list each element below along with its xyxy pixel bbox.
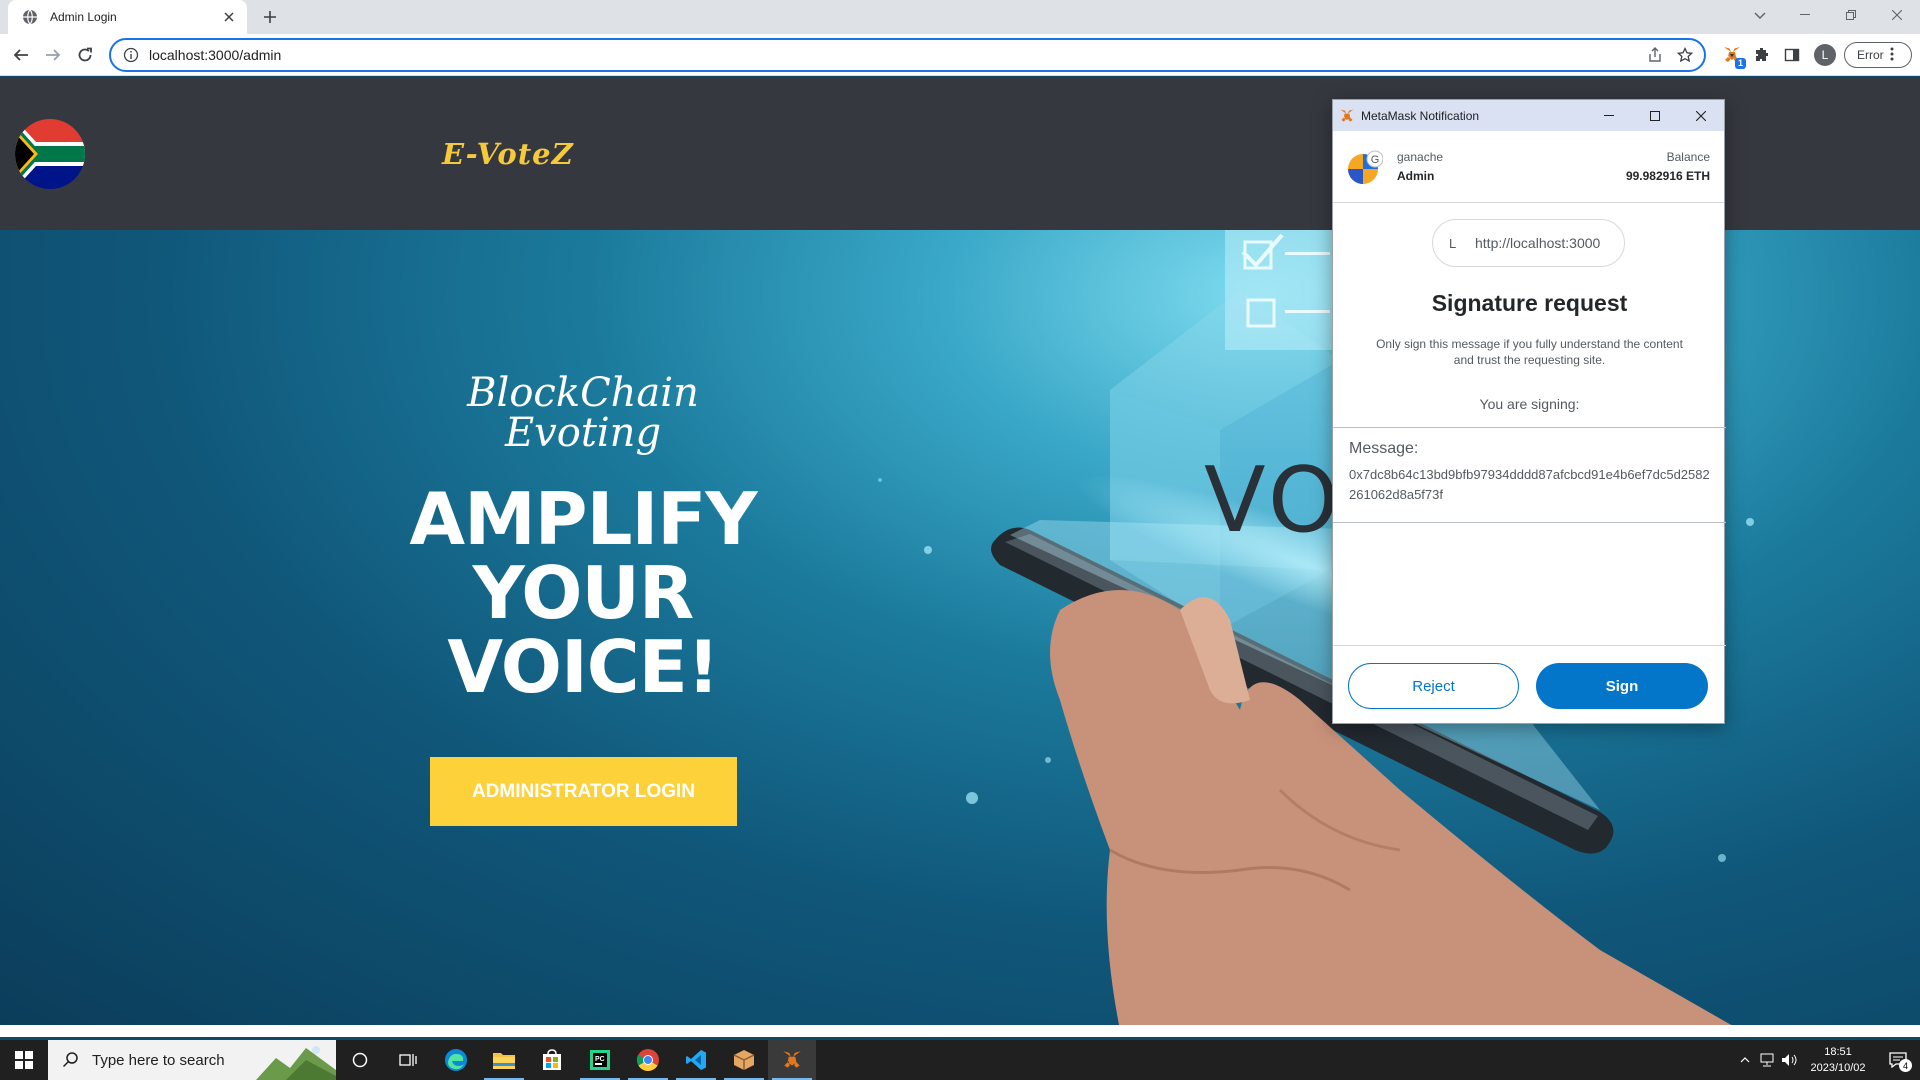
background-vote-text: VO xyxy=(1204,448,1343,553)
clock-time: 18:51 xyxy=(1824,1046,1852,1058)
share-icon[interactable] xyxy=(1644,44,1666,66)
account-header: G ganache Admin Balance 99.982916 ETH xyxy=(1333,131,1724,203)
you-are-signing-label: You are signing: xyxy=(1479,396,1580,412)
close-tab-icon[interactable] xyxy=(221,9,237,25)
microsoft-store-icon[interactable] xyxy=(528,1040,576,1080)
tab-title: Admin Login xyxy=(50,10,117,24)
search-highlight-illustration xyxy=(256,1046,336,1080)
error-label: Error xyxy=(1857,48,1884,62)
balance-value: 99.982916 ETH xyxy=(1625,169,1710,183)
headline-line-2: YOUR xyxy=(472,551,695,635)
task-view-icon[interactable] xyxy=(384,1040,432,1080)
search-placeholder: Type here to search xyxy=(92,1051,225,1069)
account-identicon: G xyxy=(1347,149,1384,185)
error-status-button[interactable]: Error xyxy=(1844,42,1912,68)
headline-line-1: AMPLIFY xyxy=(409,477,757,561)
headline-line-3: VOICE! xyxy=(447,625,719,709)
request-origin-pill: L http://localhost:3000 xyxy=(1432,219,1625,267)
search-icon xyxy=(62,1051,80,1069)
popup-maximize-icon[interactable] xyxy=(1632,100,1678,131)
puzzle-extensions-icon[interactable] xyxy=(1750,43,1774,67)
chevron-up-icon[interactable] xyxy=(1734,1040,1756,1080)
forward-arrow-icon[interactable] xyxy=(42,44,64,66)
file-explorer-icon[interactable] xyxy=(480,1040,528,1080)
network-icon[interactable] xyxy=(1756,1040,1778,1080)
signature-request-heading: Signature request xyxy=(1431,290,1628,316)
cortana-icon[interactable] xyxy=(336,1040,384,1080)
more-vertical-icon xyxy=(1890,47,1894,64)
close-window-icon[interactable] xyxy=(1874,0,1920,30)
clock-date: 2023/10/02 xyxy=(1810,1062,1866,1074)
hero-headline: AMPLIFY YOUR VOICE! xyxy=(380,482,786,704)
url-text: localhost:3000/admin xyxy=(149,47,282,63)
browser-tab-strip: Admin Login xyxy=(0,0,1920,34)
minimize-icon[interactable] xyxy=(1782,0,1828,30)
tagline-line-1: BlockChain xyxy=(467,370,699,416)
pycharm-icon[interactable]: PC xyxy=(576,1040,624,1080)
browser-tab-admin-login[interactable]: Admin Login xyxy=(8,0,247,34)
profile-avatar[interactable]: L xyxy=(1814,44,1836,66)
account-name: Admin xyxy=(1397,169,1435,183)
new-tab-icon[interactable] xyxy=(260,7,280,27)
tagline-line-2: Evoting xyxy=(504,410,662,456)
svg-text:PC: PC xyxy=(595,1056,605,1063)
ganache-icon[interactable] xyxy=(720,1040,768,1080)
sign-button[interactable]: Sign xyxy=(1536,663,1708,709)
globe-icon xyxy=(22,9,38,25)
address-bar[interactable]: localhost:3000/admin xyxy=(109,38,1706,72)
network-initial: G xyxy=(1371,154,1380,166)
administrator-login-button[interactable]: ADMINISTRATOR LOGIN xyxy=(430,757,737,826)
popup-minimize-icon[interactable] xyxy=(1586,100,1632,131)
vscode-icon[interactable] xyxy=(672,1040,720,1080)
site-brand[interactable]: E-VoteZ xyxy=(442,137,574,171)
taskbar-clock[interactable]: 18:51 2023/10/02 xyxy=(1800,1044,1876,1076)
volume-icon[interactable] xyxy=(1778,1040,1800,1080)
system-tray: 18:51 2023/10/02 4 xyxy=(1734,1040,1920,1080)
signature-warning-text: Only sign this message if you fully unde… xyxy=(1376,337,1683,367)
windows-start-icon[interactable] xyxy=(0,1040,48,1080)
page-bottom-strip xyxy=(0,1025,1920,1037)
reload-icon[interactable] xyxy=(74,44,96,66)
bookmark-star-icon[interactable] xyxy=(1674,44,1696,66)
popup-close-icon[interactable] xyxy=(1678,100,1724,131)
notification-count: 4 xyxy=(1899,1059,1912,1072)
windows-taskbar: Type here to search PC 18:51 2023/10/02 … xyxy=(0,1040,1920,1080)
metamask-taskbar-icon[interactable] xyxy=(768,1040,816,1080)
site-info-icon[interactable] xyxy=(123,47,139,63)
metamask-window-title: MetaMask Notification xyxy=(1361,108,1480,123)
window-controls xyxy=(1782,0,1920,30)
balance-label: Balance xyxy=(1666,150,1710,164)
action-footer: Reject Sign xyxy=(1333,645,1726,725)
back-arrow-icon[interactable] xyxy=(10,44,32,66)
edge-browser-icon[interactable] xyxy=(432,1040,480,1080)
tab-search-chevron-icon[interactable] xyxy=(1750,6,1770,26)
message-box[interactable]: Message: 0x7dc8b64c13bd9bfb97934dddd87af… xyxy=(1333,427,1726,523)
chrome-icon[interactable] xyxy=(624,1040,672,1080)
message-label: Message: xyxy=(1349,440,1419,457)
side-panel-icon[interactable] xyxy=(1780,43,1804,67)
reject-button[interactable]: Reject xyxy=(1348,663,1519,709)
south-africa-flag-logo[interactable] xyxy=(15,119,85,189)
taskbar-search-box[interactable]: Type here to search xyxy=(48,1040,336,1080)
notification-center-icon[interactable]: 4 xyxy=(1876,1040,1920,1080)
restore-icon[interactable] xyxy=(1828,0,1874,30)
extension-badge: 1 xyxy=(1734,58,1746,69)
network-name: ganache xyxy=(1397,150,1444,164)
origin-url: http://localhost:3000 xyxy=(1475,235,1601,251)
metamask-title-bar: MetaMask Notification xyxy=(1333,100,1724,131)
tagline: BlockChain Evoting xyxy=(430,373,736,453)
browser-toolbar: localhost:3000/admin 1 L Error xyxy=(0,34,1920,76)
metamask-extension-icon[interactable]: 1 xyxy=(1720,43,1746,69)
metamask-fox-icon xyxy=(1339,108,1355,124)
message-hash: 0x7dc8b64c13bd9bfb97934dddd87afcbcd91e4b… xyxy=(1349,467,1710,502)
origin-initial: L xyxy=(1449,235,1457,251)
metamask-notification-window: MetaMask Notification G ganache Admin Ba… xyxy=(1332,99,1726,725)
